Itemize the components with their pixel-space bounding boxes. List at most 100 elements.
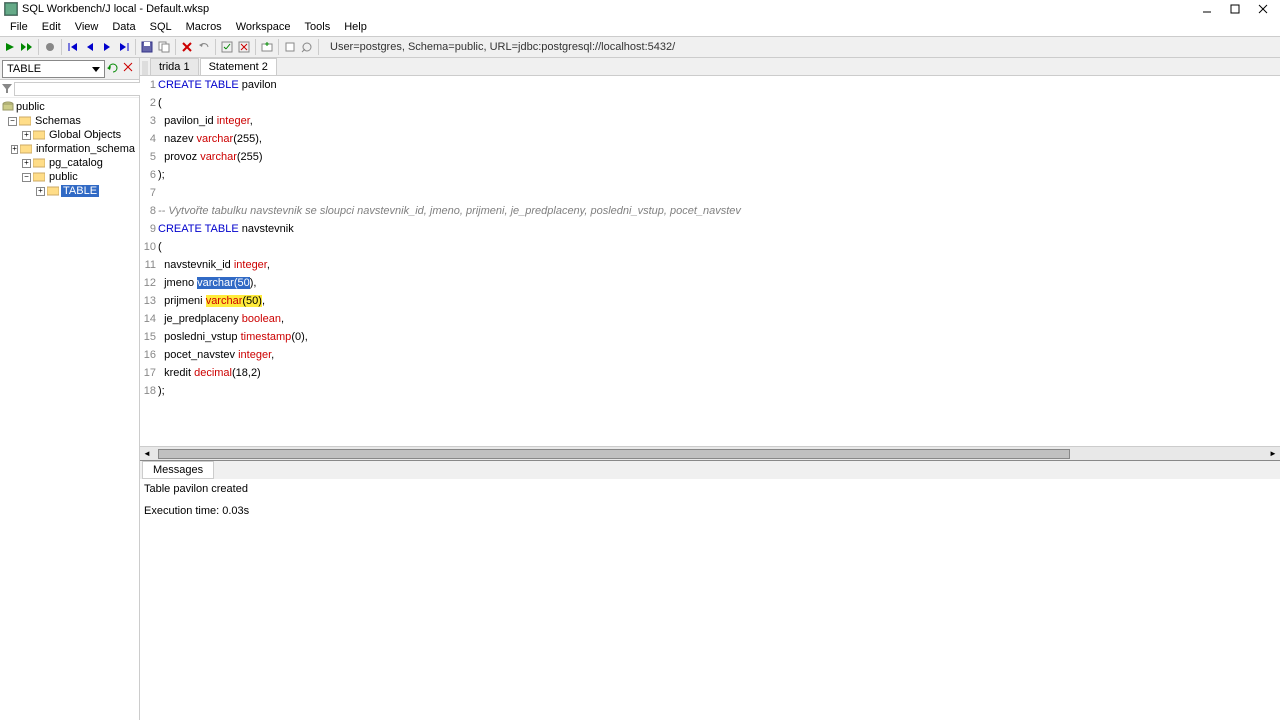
menu-help[interactable]: Help: [338, 19, 373, 35]
undo-icon[interactable]: [196, 39, 212, 55]
tab-statement-2[interactable]: Statement 2: [200, 58, 277, 75]
folder-icon: [33, 157, 45, 169]
rollback-icon[interactable]: [236, 39, 252, 55]
messages-panel: Messages Table pavilon created Execution…: [140, 460, 1280, 720]
tree-label: Global Objects: [47, 129, 123, 141]
menu-data[interactable]: Data: [106, 19, 141, 35]
folder-icon: [47, 185, 59, 197]
code-line[interactable]: 4 nazev varchar(255),: [140, 130, 1280, 148]
line-number: 4: [140, 130, 158, 148]
run-all-icon[interactable]: [19, 39, 35, 55]
code-line[interactable]: 12 jmeno varchar(50),: [140, 274, 1280, 292]
code-line[interactable]: 9CREATE TABLE navstevnik: [140, 220, 1280, 238]
next-icon[interactable]: [99, 39, 115, 55]
code-line[interactable]: 8-- Vytvořte tabulku navstevnik se sloup…: [140, 202, 1280, 220]
code-line[interactable]: 14 je_predplaceny boolean,: [140, 310, 1280, 328]
line-number: 18: [140, 382, 158, 400]
line-number: 8: [140, 202, 158, 220]
menu-edit[interactable]: Edit: [36, 19, 67, 35]
object-tree[interactable]: public −Schemas+Global Objects+informati…: [0, 98, 139, 720]
code-line[interactable]: 6);: [140, 166, 1280, 184]
code-line[interactable]: 5 provoz varchar(255): [140, 148, 1280, 166]
tree-toggle-icon[interactable]: −: [22, 173, 31, 182]
stop-icon[interactable]: [42, 39, 58, 55]
copy-icon[interactable]: [156, 39, 172, 55]
line-number: 11: [140, 256, 158, 274]
code-line[interactable]: 1CREATE TABLE pavilon: [140, 76, 1280, 94]
menu-workspace[interactable]: Workspace: [230, 19, 297, 35]
chevron-down-icon: [92, 65, 100, 73]
close-filter-icon[interactable]: [123, 62, 137, 76]
horizontal-scrollbar[interactable]: ◄ ►: [140, 446, 1280, 460]
explain-icon[interactable]: [299, 39, 315, 55]
menu-sql[interactable]: SQL: [144, 19, 178, 35]
line-number: 9: [140, 220, 158, 238]
code-line[interactable]: 10(: [140, 238, 1280, 256]
folder-icon: [19, 115, 31, 127]
object-type-combo[interactable]: TABLE: [2, 60, 105, 78]
line-number: 13: [140, 292, 158, 310]
code-line[interactable]: 7: [140, 184, 1280, 202]
filter-input[interactable]: [14, 82, 152, 96]
tree-node[interactable]: − public: [2, 170, 137, 184]
tree-node[interactable]: + Global Objects: [2, 128, 137, 142]
delete-icon[interactable]: [179, 39, 195, 55]
menu-view[interactable]: View: [69, 19, 105, 35]
connection-status: User=postgres, Schema=public, URL=jdbc:p…: [330, 41, 675, 53]
sql-editor[interactable]: 1CREATE TABLE pavilon2(3 pavilon_id inte…: [140, 76, 1280, 446]
code-line[interactable]: 16 pocet_navstev integer,: [140, 346, 1280, 364]
run-icon[interactable]: [2, 39, 18, 55]
commit-icon[interactable]: [219, 39, 235, 55]
scroll-thumb[interactable]: [158, 449, 1070, 459]
line-number: 15: [140, 328, 158, 346]
tree-toggle-icon[interactable]: +: [36, 187, 45, 196]
menu-tools[interactable]: Tools: [299, 19, 337, 35]
info-icon[interactable]: [282, 39, 298, 55]
maximize-button[interactable]: [1222, 1, 1248, 17]
tree-toggle-icon[interactable]: −: [8, 117, 17, 126]
code-line[interactable]: 3 pavilon_id integer,: [140, 112, 1280, 130]
tab-messages[interactable]: Messages: [142, 461, 214, 479]
tree-node[interactable]: +information_schema: [2, 142, 137, 156]
tree-toggle-icon[interactable]: +: [11, 145, 18, 154]
save-icon[interactable]: [139, 39, 155, 55]
tree-node[interactable]: + pg_catalog: [2, 156, 137, 170]
code-line[interactable]: 2(: [140, 94, 1280, 112]
tree-toggle-icon[interactable]: +: [22, 159, 31, 168]
title-bar: SQL Workbench/J local - Default.wksp: [0, 0, 1280, 18]
last-icon[interactable]: [116, 39, 132, 55]
folder-icon: [33, 171, 45, 183]
first-icon[interactable]: [65, 39, 81, 55]
tree-node[interactable]: − Schemas: [2, 114, 137, 128]
close-button[interactable]: [1250, 1, 1276, 17]
code-line[interactable]: 15 posledni_vstup timestamp(0),: [140, 328, 1280, 346]
append-icon[interactable]: [259, 39, 275, 55]
menu-bar: File Edit View Data SQL Macros Workspace…: [0, 18, 1280, 36]
tree-toggle-icon[interactable]: +: [22, 131, 31, 140]
app-icon: [4, 2, 18, 16]
refresh-icon[interactable]: [107, 62, 121, 76]
code-line[interactable]: 18);: [140, 382, 1280, 400]
scroll-right-icon[interactable]: ►: [1266, 447, 1280, 461]
filter-icon: [2, 84, 12, 94]
line-number: 17: [140, 364, 158, 382]
tab-handle-icon[interactable]: [142, 61, 148, 75]
tree-label: public: [47, 171, 80, 183]
code-line[interactable]: 11 navstevnik_id integer,: [140, 256, 1280, 274]
prev-icon[interactable]: [82, 39, 98, 55]
minimize-button[interactable]: [1194, 1, 1220, 17]
menu-file[interactable]: File: [4, 19, 34, 35]
messages-output: Table pavilon created Execution time: 0.…: [140, 479, 1280, 720]
line-number: 7: [140, 184, 158, 202]
menu-macros[interactable]: Macros: [180, 19, 228, 35]
tree-root[interactable]: public: [2, 100, 137, 114]
scroll-left-icon[interactable]: ◄: [140, 447, 154, 461]
tree-node[interactable]: +TABLE: [2, 184, 137, 198]
code-line[interactable]: 13 prijmeni varchar(50),: [140, 292, 1280, 310]
tree-label: Schemas: [33, 115, 83, 127]
tree-label: pg_catalog: [47, 157, 105, 169]
line-number: 10: [140, 238, 158, 256]
code-line[interactable]: 17 kredit decimal(18,2): [140, 364, 1280, 382]
tab-trida-1[interactable]: trida 1: [150, 58, 199, 75]
folder-icon: [33, 129, 45, 141]
